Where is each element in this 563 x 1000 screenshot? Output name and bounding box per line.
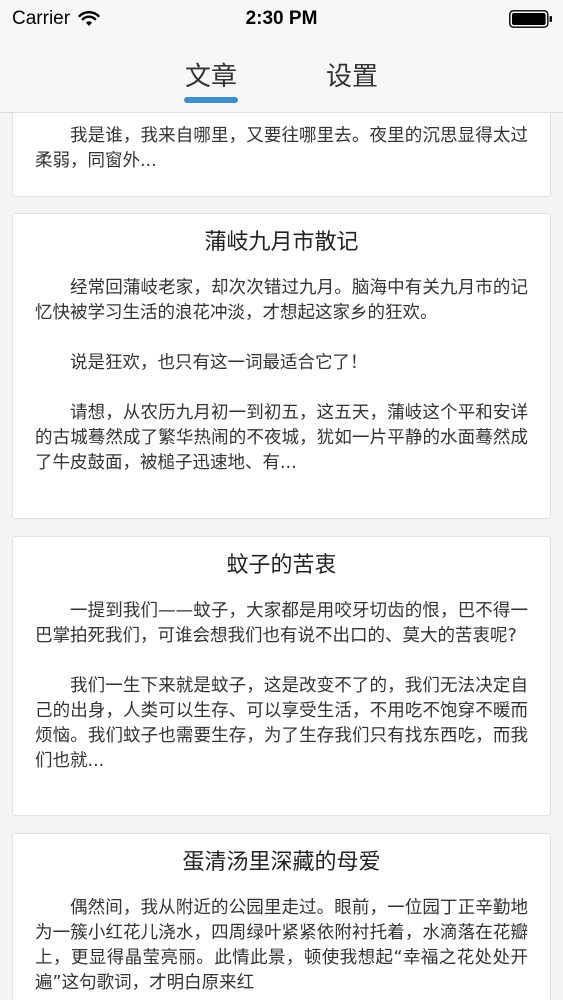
article-title: 蒲岐九月市散记 (204, 230, 359, 255)
article-title: 蛋清汤里深藏的母爱 (182, 850, 381, 875)
tab-settings[interactable]: 设置 (312, 56, 392, 93)
article-list[interactable]: 我是谁，我来自哪里，又要往哪里去。夜里的沉思显得太过柔弱，同窗外... 蒲岐九月… (0, 113, 563, 1000)
tab-bar: 文章 设置 (0, 38, 563, 113)
tab-active-indicator (184, 97, 238, 103)
article-card[interactable]: 我是谁，我来自哪里，又要往哪里去。夜里的沉思显得太过柔弱，同窗外... (12, 113, 551, 197)
article-paragraph: 请想，从农历九月初一到初五，这五天，蒲岐这个平和安详的古城蓦然成了繁华热闹的不夜… (35, 403, 528, 473)
article-paragraph: 偶然间，我从附近的公园里走过。眼前，一位园丁正辛勤地为一簇小红花儿浇水，四周绿叶… (35, 898, 528, 993)
article-paragraph: 经常回蒲岐老家，却次次错过九月。脑海中有关九月市的记忆快被学习生活的浪花冲淡，才… (35, 278, 528, 323)
article-card[interactable]: 蒲岐九月市散记 经常回蒲岐老家，却次次错过九月。脑海中有关九月市的记忆快被学习生… (12, 213, 551, 519)
article-paragraph: 我们一生下来就是蚊子，这是改变不了的，我们无法决定自己的出身，人类可以生存、可以… (35, 676, 528, 771)
article-paragraph: 一提到我们——蚊子，大家都是用咬牙切齿的恨，巴不得一巴掌拍死我们，可谁会想我们也… (35, 601, 528, 646)
article-card[interactable]: 蛋清汤里深藏的母爱 偶然间，我从附近的公园里走过。眼前，一位园丁正辛勤地为一簇小… (12, 833, 551, 1000)
article-paragraph: 我是谁，我来自哪里，又要往哪里去。夜里的沉思显得太过柔弱，同窗外... (35, 126, 528, 171)
status-bar: Carrier 2:30 PM (0, 0, 563, 38)
status-time: 2:30 PM (245, 8, 318, 29)
article-title: 蚊子的苦衷 (226, 553, 337, 578)
article-paragraph: 说是狂欢，也只有这一词最适合它了！ (70, 353, 368, 373)
article-card[interactable]: 蚊子的苦衷 一提到我们——蚊子，大家都是用咬牙切齿的恨，巴不得一巴掌拍死我们，可… (12, 536, 551, 816)
battery-icon (509, 10, 552, 28)
tab-articles[interactable]: 文章 (171, 56, 251, 93)
